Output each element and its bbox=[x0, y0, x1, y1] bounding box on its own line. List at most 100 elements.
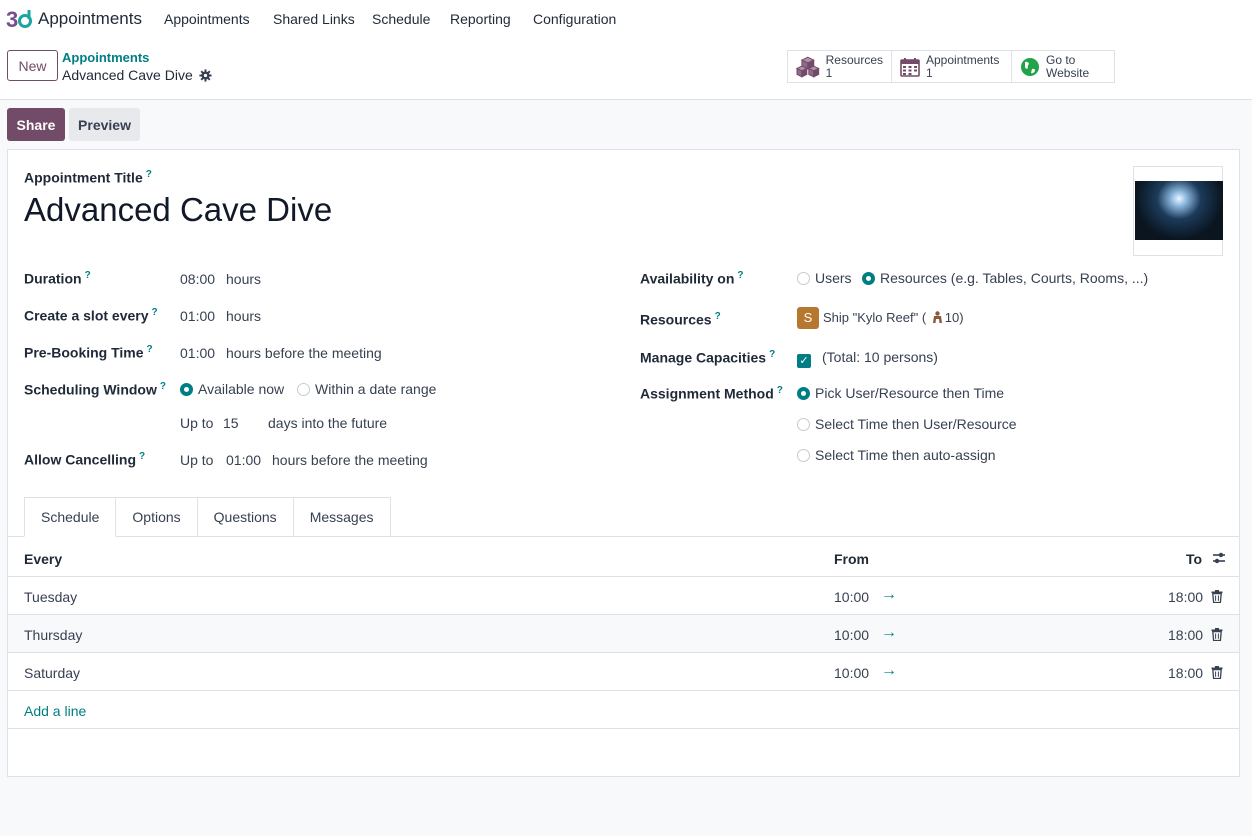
radio-empty-icon bbox=[797, 418, 810, 431]
help-icon[interactable]: ? bbox=[777, 385, 783, 396]
resource-tag[interactable]: S Ship "Kylo Reef" ( 10) bbox=[797, 307, 964, 329]
appointment-title-input[interactable]: Advanced Cave Dive bbox=[24, 191, 332, 229]
assignment-option-2-radio[interactable]: Select Time then User/Resource bbox=[797, 416, 1017, 432]
resources-stat-value: 1 bbox=[825, 65, 833, 80]
add-line-row: Add a line bbox=[8, 691, 1239, 729]
share-button[interactable]: Share bbox=[7, 108, 65, 141]
date-range-radio[interactable]: Within a date range bbox=[297, 381, 436, 397]
title-label-text: Appointment Title bbox=[24, 169, 143, 186]
assignment-option-1-label: Pick User/Resource then Time bbox=[815, 385, 1005, 401]
appointment-image[interactable] bbox=[1133, 166, 1223, 256]
go-to-website-button[interactable]: Go to Website bbox=[1012, 51, 1114, 82]
availability-users-radio[interactable]: Users bbox=[797, 270, 852, 286]
row-from[interactable]: 10:00 bbox=[834, 627, 869, 643]
allow-cancelling-label-text: Allow Cancelling bbox=[24, 451, 137, 468]
radio-empty-icon bbox=[797, 449, 810, 462]
table-row[interactable]: Saturday 10:00 → 18:00 bbox=[8, 653, 1239, 691]
tab-questions[interactable]: Questions bbox=[197, 497, 294, 537]
availability-resources-radio[interactable]: Resources (e.g. Tables, Courts, Rooms, .… bbox=[862, 270, 1148, 286]
row-to[interactable]: 18:00 bbox=[1168, 627, 1203, 643]
column-settings-icon[interactable] bbox=[1212, 551, 1226, 565]
help-icon[interactable]: ? bbox=[147, 344, 153, 355]
table-row[interactable]: Thursday 10:00 → 18:00 bbox=[8, 615, 1239, 653]
row-to[interactable]: 18:00 bbox=[1168, 589, 1203, 605]
row-day[interactable]: Thursday bbox=[24, 627, 82, 643]
menu-shared-links[interactable]: Shared Links bbox=[273, 11, 355, 27]
resources-stat-button[interactable]: Resources 1 bbox=[788, 51, 892, 82]
assignment-method-label-text: Assignment Method bbox=[640, 385, 774, 402]
tab-schedule[interactable]: Schedule bbox=[24, 497, 117, 537]
trash-icon[interactable] bbox=[1211, 666, 1223, 679]
control-panel: New Appointments Advanced Cave Dive Reso… bbox=[0, 38, 1252, 100]
duration-input[interactable]: 08:00 bbox=[180, 271, 215, 287]
row-from[interactable]: 10:00 bbox=[834, 665, 869, 681]
assignment-option-3-radio[interactable]: Select Time then auto-assign bbox=[797, 447, 996, 463]
help-icon[interactable]: ? bbox=[152, 307, 158, 318]
notebook-tabs: Schedule Options Questions Messages bbox=[24, 497, 391, 537]
slot-label: Create a slot every? bbox=[24, 307, 158, 324]
menu-appointments[interactable]: Appointments bbox=[164, 11, 250, 27]
radio-empty-icon bbox=[797, 272, 810, 285]
gear-icon[interactable] bbox=[199, 68, 212, 82]
help-icon[interactable]: ? bbox=[737, 270, 743, 281]
appointments-logo-icon[interactable]: 3 bbox=[6, 7, 32, 31]
resource-capacity: 10) bbox=[944, 310, 964, 325]
add-line-link[interactable]: Add a line bbox=[24, 703, 86, 719]
row-to[interactable]: 18:00 bbox=[1168, 665, 1203, 681]
duration-label-text: Duration bbox=[24, 270, 82, 287]
prebooking-input[interactable]: 01:00 bbox=[180, 345, 215, 361]
breadcrumb-current: Advanced Cave Dive bbox=[62, 67, 212, 83]
arrow-right-icon: → bbox=[881, 586, 897, 603]
help-icon[interactable]: ? bbox=[139, 451, 145, 462]
window-upto-label: Up to bbox=[180, 415, 214, 431]
app-name[interactable]: Appointments bbox=[38, 9, 142, 29]
row-day[interactable]: Tuesday bbox=[24, 589, 77, 605]
row-from[interactable]: 10:00 bbox=[834, 589, 869, 605]
cancel-time-input[interactable]: 01:00 bbox=[226, 452, 261, 468]
assignment-option-1-radio[interactable]: Pick User/Resource then Time bbox=[797, 385, 1004, 401]
tab-messages[interactable]: Messages bbox=[293, 497, 391, 537]
appointments-stat-button[interactable]: Appointments 1 bbox=[892, 51, 1012, 82]
manage-capacities-label: Manage Capacities? bbox=[640, 349, 775, 366]
tab-options[interactable]: Options bbox=[116, 497, 198, 537]
window-days-suffix: days into the future bbox=[268, 415, 388, 431]
menu-configuration[interactable]: Configuration bbox=[533, 11, 616, 27]
resource-name: Ship "Kylo Reef" ( bbox=[823, 310, 927, 325]
date-range-label: Within a date range bbox=[315, 381, 437, 397]
available-now-radio[interactable]: Available now bbox=[180, 381, 284, 397]
top-navbar: 3 Appointments Appointments Shared Links… bbox=[0, 0, 1252, 38]
column-every[interactable]: Every bbox=[24, 551, 62, 567]
trash-icon[interactable] bbox=[1211, 628, 1223, 641]
scheduling-window-label-text: Scheduling Window bbox=[24, 381, 157, 398]
cave-dive-photo bbox=[1135, 181, 1223, 240]
help-icon[interactable]: ? bbox=[85, 270, 91, 281]
allow-cancelling-label: Allow Cancelling? bbox=[24, 451, 145, 468]
new-button[interactable]: New bbox=[7, 50, 58, 81]
radio-selected-icon bbox=[797, 387, 810, 400]
help-icon[interactable]: ? bbox=[769, 349, 775, 360]
assignment-option-2-label: Select Time then User/Resource bbox=[815, 416, 1017, 432]
arrow-right-icon: → bbox=[881, 662, 897, 679]
preview-button[interactable]: Preview bbox=[69, 108, 140, 141]
help-icon[interactable]: ? bbox=[160, 381, 166, 392]
table-row[interactable]: Tuesday 10:00 → 18:00 bbox=[8, 577, 1239, 615]
go-to-label: Go to bbox=[1046, 52, 1076, 67]
slot-input[interactable]: 01:00 bbox=[180, 308, 215, 324]
slot-unit: hours bbox=[226, 308, 262, 324]
help-icon[interactable]: ? bbox=[146, 169, 152, 180]
trash-icon[interactable] bbox=[1211, 590, 1223, 603]
window-days-input[interactable]: 15 bbox=[223, 415, 239, 431]
row-day[interactable]: Saturday bbox=[24, 665, 80, 681]
availability-label-text: Availability on bbox=[640, 270, 735, 287]
resources-label-text: Resources bbox=[640, 311, 712, 328]
manage-capacities-checkbox[interactable]: ✓ bbox=[797, 349, 811, 368]
radio-selected-icon bbox=[862, 272, 875, 285]
availability-users-label: Users bbox=[815, 270, 852, 286]
help-icon[interactable]: ? bbox=[715, 311, 721, 322]
column-to[interactable]: To bbox=[1186, 551, 1202, 567]
cubes-icon bbox=[796, 56, 820, 78]
column-from[interactable]: From bbox=[834, 551, 869, 567]
menu-schedule[interactable]: Schedule bbox=[372, 11, 430, 27]
menu-reporting[interactable]: Reporting bbox=[450, 11, 511, 27]
breadcrumb-parent[interactable]: Appointments bbox=[62, 50, 149, 65]
